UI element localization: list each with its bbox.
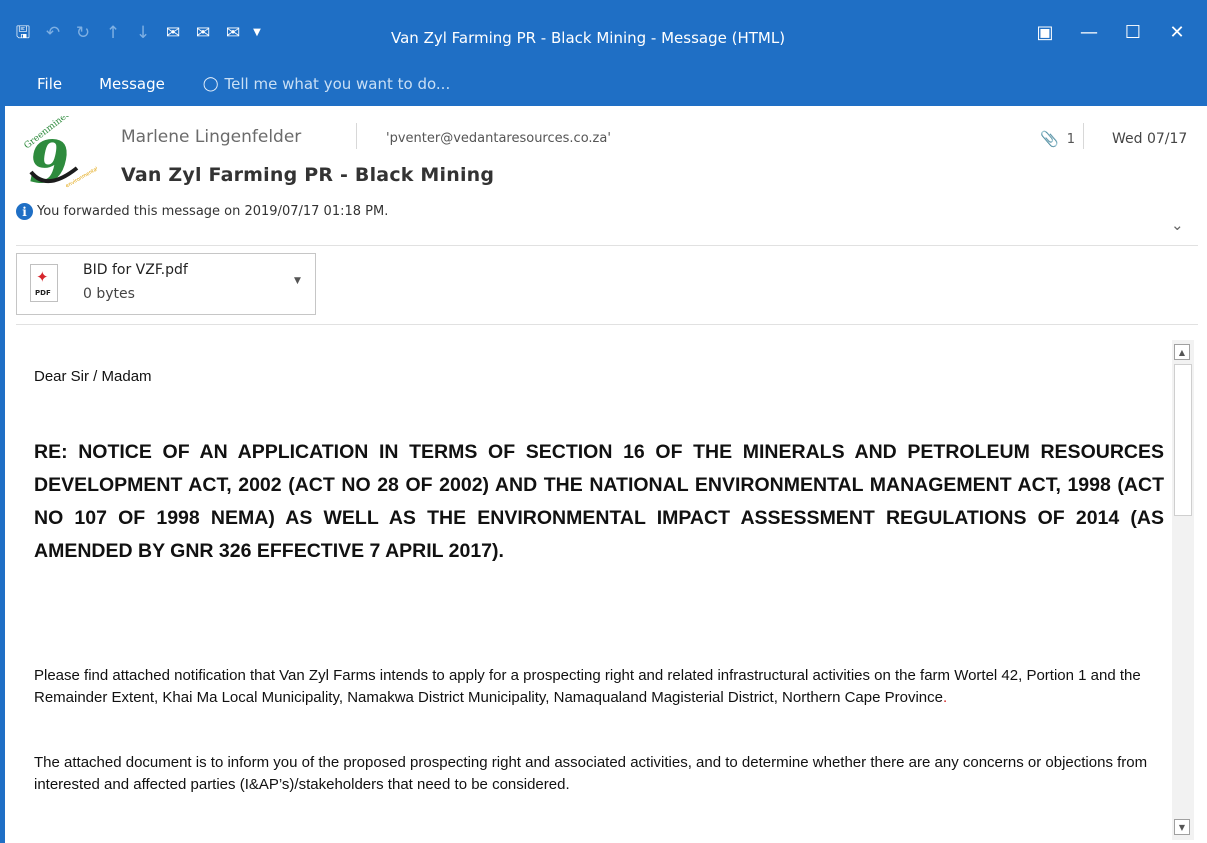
svg-text:9: 9 <box>29 128 69 196</box>
undo-icon[interactable]: ↶ <box>40 20 66 46</box>
scroll-down-button[interactable]: ▼ <box>1174 819 1190 835</box>
attachment-count: 📎 1 <box>1040 130 1075 148</box>
tab-file[interactable]: File <box>37 75 62 93</box>
vertical-scrollbar[interactable]: ▲ ▼ <box>1172 340 1194 840</box>
body-paragraph-text: Please find attached notification that V… <box>34 667 1141 706</box>
paperclip-icon: 📎 <box>1040 130 1059 148</box>
divider <box>16 324 1198 325</box>
quick-access-toolbar: 🖫 ↶ ↻ ↑ ↓ ✉ ✉ ✉ ▼ <box>10 20 268 46</box>
attachment-size: 0 bytes <box>83 286 135 302</box>
body-paragraph: The attached document is to inform you o… <box>34 754 1148 793</box>
divider <box>356 123 357 149</box>
reply-icon[interactable]: ✉ <box>160 20 186 46</box>
forward-icon[interactable]: ✉ <box>220 20 246 46</box>
recipient-address[interactable]: 'pventer@vedantaresources.co.za' <box>386 131 611 146</box>
tab-message[interactable]: Message <box>99 75 165 93</box>
save-icon[interactable]: 🖫 <box>10 20 36 46</box>
tell-me-search[interactable]: ◯ Tell me what you want to do... <box>203 75 450 93</box>
attachment-name: BID for VZF.pdf <box>83 262 188 278</box>
tell-me-placeholder: Tell me what you want to do... <box>224 75 451 93</box>
minimize-button[interactable]: — <box>1067 18 1111 46</box>
close-button[interactable]: ✕ <box>1155 18 1199 46</box>
divider <box>16 245 1198 246</box>
lightbulb-icon: ◯ <box>202 76 219 92</box>
scroll-up-button[interactable]: ▲ <box>1174 344 1190 360</box>
pdf-file-icon: ✦ PDF <box>30 264 58 302</box>
message-body: Dear Sir / Madam RE: NOTICE OF AN APPLIC… <box>34 368 1164 793</box>
greeting: Dear Sir / Madam <box>34 368 152 385</box>
ribbon-tabs: File Message ◯ Tell me what you want to … <box>0 68 450 100</box>
svg-text:environmental: environmental <box>65 166 97 189</box>
sender-logo: Greenmined 9 environmental <box>23 116 97 196</box>
message-subject: Van Zyl Farming PR - Black Mining <box>121 164 495 186</box>
divider <box>1083 123 1084 149</box>
window-border <box>0 106 5 843</box>
scrollbar-thumb[interactable] <box>1174 364 1192 516</box>
body-paragraph-end: . <box>942 689 948 706</box>
body-paragraph: Please find attached notification that V… <box>34 665 1164 709</box>
maximize-button[interactable]: ☐ <box>1111 18 1155 46</box>
chevron-down-icon[interactable]: ⌄ <box>1171 216 1184 234</box>
arrow-up-icon[interactable]: ↑ <box>100 20 126 46</box>
re-heading: RE: NOTICE OF AN APPLICATION IN TERMS OF… <box>34 441 1164 562</box>
attachment-count-value: 1 <box>1066 131 1075 147</box>
message-date: Wed 07/17 <box>1112 131 1188 147</box>
title-bar: 🖫 ↶ ↻ ↑ ↓ ✉ ✉ ✉ ▼ Van Zyl Farming PR - B… <box>0 0 1207 66</box>
forwarded-info-text: You forwarded this message on 2019/07/17… <box>37 204 389 219</box>
sender-name[interactable]: Marlene Lingenfelder <box>121 127 301 147</box>
forwarded-info-bar[interactable]: i You forwarded this message on 2019/07/… <box>16 203 388 220</box>
reply-all-icon[interactable]: ✉ <box>190 20 216 46</box>
redo-icon[interactable]: ↻ <box>70 20 96 46</box>
attachment-item[interactable]: ✦ PDF BID for VZF.pdf 0 bytes ▼ <box>16 253 316 315</box>
window-controls: ▣ — ☐ ✕ <box>1023 18 1199 46</box>
attachment-menu-chevron-icon[interactable]: ▼ <box>294 276 301 286</box>
info-icon: i <box>16 203 33 220</box>
arrow-down-icon[interactable]: ↓ <box>130 20 156 46</box>
window-title: Van Zyl Farming PR - Black Mining - Mess… <box>391 29 786 47</box>
ribbon-display-options-icon[interactable]: ▣ <box>1023 18 1067 46</box>
customize-toolbar-chevron-icon[interactable]: ▼ <box>250 20 264 46</box>
